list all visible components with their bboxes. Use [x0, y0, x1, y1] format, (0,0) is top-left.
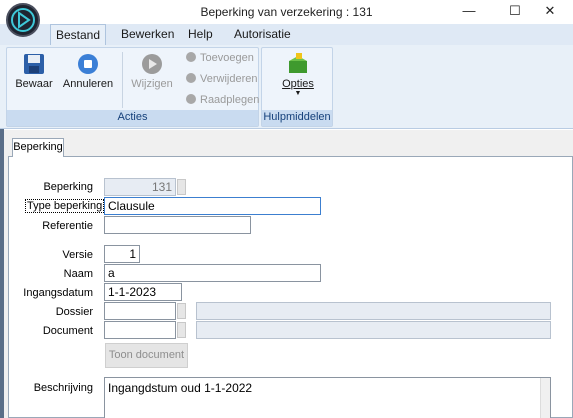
- opties-label: Opties: [282, 78, 314, 90]
- document-spinner: [177, 322, 186, 338]
- ingangsdatum-label: Ingangsdatum: [23, 287, 93, 299]
- tab-autorisatie[interactable]: Autorisatie: [232, 24, 293, 45]
- minimize-button[interactable]: —: [446, 0, 492, 24]
- document-description-field: [196, 321, 551, 339]
- play-icon: [142, 54, 162, 74]
- chevron-down-icon: ▼: [294, 90, 302, 97]
- group-acties-caption: Acties: [7, 110, 258, 126]
- ribbon-separator: [122, 52, 123, 108]
- type-beperking-field[interactable]: Clausule: [104, 197, 321, 215]
- beschrijving-textarea[interactable]: Ingangdstum oud 1-1-2022: [104, 377, 551, 418]
- toon-document-button[interactable]: Toon document: [105, 343, 188, 368]
- cancel-icon: [78, 54, 98, 74]
- versie-label: Versie: [62, 249, 93, 261]
- dossier-description-field: [196, 302, 551, 320]
- save-icon: [24, 54, 44, 74]
- close-button[interactable]: ✕: [527, 0, 573, 24]
- bewaar-label: Bewaar: [15, 78, 53, 90]
- dossier-spinner: [177, 303, 186, 319]
- type-beperking-label: Type beperking: [25, 199, 105, 213]
- tab-beperking[interactable]: Beperking: [12, 138, 64, 157]
- document-field[interactable]: [104, 321, 176, 339]
- beschrijving-scrollbar[interactable]: [540, 378, 550, 418]
- app-logo-icon: [6, 3, 40, 37]
- tab-bewerken[interactable]: Bewerken: [119, 24, 176, 45]
- dossier-label: Dossier: [55, 306, 93, 318]
- opties-button[interactable]: Opties ▼: [276, 53, 320, 107]
- beperking-spinner: [177, 179, 186, 195]
- tab-help[interactable]: Help: [186, 24, 215, 45]
- toevoegen-label: Toevoegen: [200, 52, 254, 64]
- referentie-label: Referentie: [42, 220, 93, 232]
- beperking-field: 131: [104, 178, 176, 196]
- dossier-field[interactable]: [104, 302, 176, 320]
- annuleren-button[interactable]: Annuleren: [62, 53, 114, 99]
- options-icon: [289, 53, 307, 73]
- delete-icon: [186, 73, 196, 83]
- wijzigen-button[interactable]: Wijzigen: [130, 53, 174, 99]
- verwijderen-button[interactable]: Verwijderen: [186, 73, 257, 85]
- toevoegen-button[interactable]: Toevoegen: [186, 52, 254, 64]
- verwijderen-label: Verwijderen: [200, 73, 258, 85]
- raadplegen-button[interactable]: Raadplegen: [186, 94, 259, 106]
- referentie-field[interactable]: [104, 216, 251, 234]
- naam-field[interactable]: a: [104, 264, 321, 282]
- ingangsdatum-field[interactable]: 1-1-2023: [104, 283, 182, 301]
- wijzigen-label: Wijzigen: [131, 78, 173, 90]
- beperking-label: Beperking: [43, 181, 93, 193]
- add-icon: [186, 52, 196, 62]
- annuleren-label: Annuleren: [62, 78, 114, 90]
- tab-bestand[interactable]: Bestand: [50, 24, 106, 45]
- document-label: Document: [42, 325, 93, 337]
- beschrijving-label: Beschrijving: [33, 382, 93, 394]
- group-hulpmiddelen-caption: Hulpmiddelen: [262, 110, 332, 126]
- versie-field[interactable]: 1: [104, 245, 140, 263]
- raadplegen-label: Raadplegen: [200, 94, 260, 106]
- naam-label: Naam: [63, 268, 93, 280]
- bewaar-button[interactable]: Bewaar: [14, 53, 54, 99]
- view-icon: [186, 94, 196, 104]
